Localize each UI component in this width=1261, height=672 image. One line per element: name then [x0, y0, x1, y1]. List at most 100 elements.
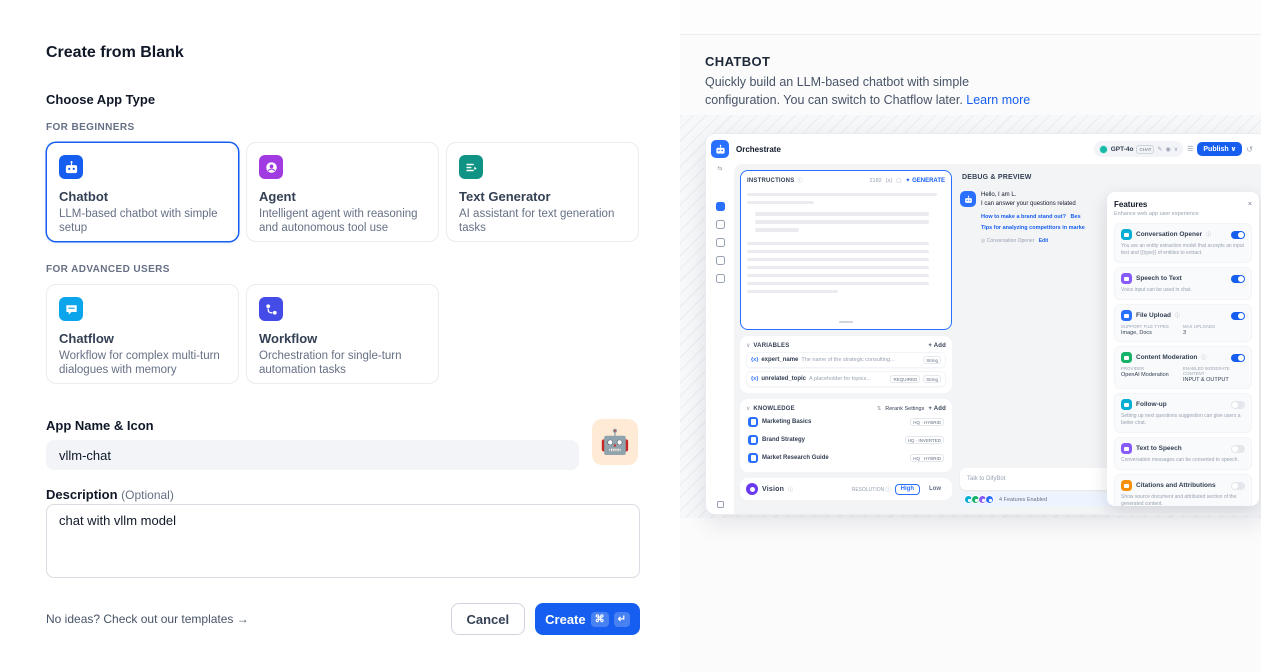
instructions-skeleton — [747, 188, 945, 293]
model-provider-icon — [1099, 145, 1108, 154]
chatflow-icon — [59, 297, 83, 321]
variables-panel: ∨ VARIABLES + Add {x} expert_name The na… — [740, 336, 952, 393]
toggle-switch — [1231, 312, 1245, 320]
close-icon: × — [1248, 201, 1252, 208]
create-button[interactable]: Create ⌘ ↵ — [535, 603, 640, 635]
required-badge: REQUIRED — [890, 375, 920, 383]
conversation-opener-row: ◎ Conversation Opener Edit — [981, 238, 1085, 244]
choose-app-type-label: Choose App Type — [46, 92, 155, 107]
toggle-switch — [1231, 354, 1245, 362]
feature-dot-icon — [985, 495, 994, 504]
variable-row: {x} expert_name The name of the strategi… — [746, 352, 946, 368]
suggestion-link: Tips for analyzing competitors in marke — [981, 225, 1085, 231]
speech-to-text-icon — [1121, 273, 1132, 284]
preview-app-icon — [711, 140, 729, 158]
features-panel: Features × Enhance web app user experien… — [1107, 192, 1259, 506]
create-app-modal-screen: Create from Blank Choose App Type FOR BE… — [0, 0, 1261, 672]
vision-icon — [746, 483, 758, 495]
info-icon: ⓘ — [797, 177, 802, 184]
enter-key-icon: ↵ — [614, 612, 630, 627]
chat-mode-badge: CHAT — [1136, 145, 1154, 154]
nav-icon — [716, 274, 725, 283]
striped-background: ⇆ Orchestrate — [680, 115, 1261, 518]
chevron-down-icon: ∨ — [1174, 146, 1178, 153]
follow-up-icon — [1121, 399, 1132, 410]
card-desc: AI assistant for text generation tasks — [459, 207, 626, 236]
dataset-icon — [748, 453, 758, 463]
app-type-card-text-generator[interactable]: Text Generator AI assistant for text gen… — [446, 142, 639, 242]
card-desc: Intelligent agent with reasoning and aut… — [259, 207, 426, 236]
card-desc: Workflow for complex multi-turn dialogue… — [59, 349, 226, 378]
create-from-blank-panel: Create from Blank Choose App Type FOR BE… — [0, 0, 680, 672]
nav-icon — [716, 238, 725, 247]
feature-conversation-opener: Conversation Opener ⓘ You are an entity … — [1114, 223, 1252, 263]
templates-link[interactable]: No ideas? Check out our templates → — [46, 612, 249, 626]
toggle-switch — [1231, 482, 1245, 490]
workflow-icon — [259, 297, 283, 321]
app-name-input[interactable] — [46, 440, 579, 470]
app-type-card-workflow[interactable]: Workflow Orchestration for single-turn a… — [246, 284, 439, 384]
feature-speech-to-text: Speech to Text Voice input can be used i… — [1114, 267, 1252, 300]
dataset-icon — [748, 417, 758, 427]
for-beginners-label: FOR BEGINNERS — [46, 122, 135, 133]
app-type-card-agent[interactable]: Agent Intelligent agent with reasoning a… — [246, 142, 439, 242]
rerank-settings: Rerank Settings — [885, 406, 924, 412]
add-variable-button: + Add — [928, 343, 946, 349]
for-advanced-users-label: FOR ADVANCED USERS — [46, 264, 170, 275]
feature-citations: Citations and Attributions Show source d… — [1114, 474, 1252, 506]
modal-footer: No ideas? Check out our templates → Canc… — [46, 603, 640, 635]
publish-button: Publish ∨ — [1197, 142, 1242, 156]
vision-panel: Vision ⓘ RESOLUTION ⓘ High Low — [740, 478, 952, 500]
variable-icon: {x} — [886, 178, 892, 184]
history-icon: ↺ — [1246, 145, 1253, 154]
cancel-button[interactable]: Cancel — [451, 603, 526, 635]
nav-icon — [716, 256, 725, 265]
agent-icon — [259, 155, 283, 179]
edit-link: Edit — [1039, 238, 1048, 244]
citations-icon — [1121, 480, 1132, 491]
model-selector: GPT-4o CHAT ✎ ◉ ∨ — [1094, 141, 1183, 157]
chatbot-robot-icon — [59, 155, 83, 179]
app-type-card-chatbot[interactable]: Chatbot LLM-based chatbot with simple se… — [46, 142, 239, 242]
knowledge-row: Market Research Guide HQ · HYBRID — [746, 450, 946, 466]
toggle-switch — [1231, 401, 1245, 409]
sliders-icon: ☰ — [1187, 145, 1193, 153]
add-knowledge-button: + Add — [928, 406, 946, 412]
knowledge-row: Brand Strategy HQ · INVERTED — [746, 432, 946, 448]
arrow-right-icon: → — [237, 612, 249, 626]
knowledge-panel: ∨ KNOWLEDGE ⇅ Rerank Settings + Add — [740, 399, 952, 472]
resolution-high-option: High — [895, 484, 920, 495]
description-textarea[interactable]: chat with vllm model — [46, 504, 640, 578]
feature-file-upload: File Upload ⓘ SUPPORT FILE TYPESImage, D… — [1114, 304, 1252, 342]
preview-content: INSTRUCTIONS ⓘ 2182 {x} ▢ ✦ GENERATE — [734, 164, 1261, 514]
char-count: 2182 — [870, 178, 882, 184]
conversation-opener-icon — [1121, 229, 1132, 240]
rerank-icon: ⇅ — [877, 406, 882, 412]
toggle-switch — [1231, 445, 1245, 453]
feature-content-moderation: Content Moderation ⓘ PROVIDEROpenAI Mode… — [1114, 346, 1252, 389]
optional-label: (Optional) — [121, 488, 174, 502]
orchestrate-title: Orchestrate — [736, 145, 781, 154]
description-label: Description (Optional) — [46, 487, 174, 502]
card-title: Agent — [259, 189, 426, 204]
app-name-label: App Name & Icon — [46, 418, 154, 433]
index-mode-badge: HQ · INVERTED — [905, 436, 944, 444]
nav-icon — [716, 220, 725, 229]
card-title: Workflow — [259, 331, 426, 346]
generate-button: ✦ GENERATE — [905, 177, 945, 184]
pencil-icon: ✎ — [1157, 146, 1162, 153]
index-mode-badge: HQ · HYBRID — [910, 418, 944, 426]
app-icon-picker[interactable]: 🤖 — [592, 419, 638, 465]
index-mode-badge: HQ · HYBRID — [910, 454, 944, 462]
preview-description: Quickly build an LLM-based chatbot with … — [705, 73, 1045, 109]
learn-more-link[interactable]: Learn more — [966, 93, 1030, 107]
beginner-cards-row: Chatbot LLM-based chatbot with simple se… — [46, 142, 639, 242]
preview-sidebar: ⇆ — [706, 134, 734, 514]
config-column: INSTRUCTIONS ⓘ 2182 {x} ▢ ✦ GENERATE — [740, 170, 952, 508]
app-type-card-chatflow[interactable]: Chatflow Workflow for complex multi-turn… — [46, 284, 239, 384]
file-upload-icon — [1121, 310, 1132, 321]
content-moderation-icon — [1121, 352, 1132, 363]
bot-avatar — [960, 191, 976, 207]
knowledge-row: Marketing Basics HQ · HYBRID — [746, 414, 946, 430]
copy-icon: ▢ — [896, 178, 901, 184]
